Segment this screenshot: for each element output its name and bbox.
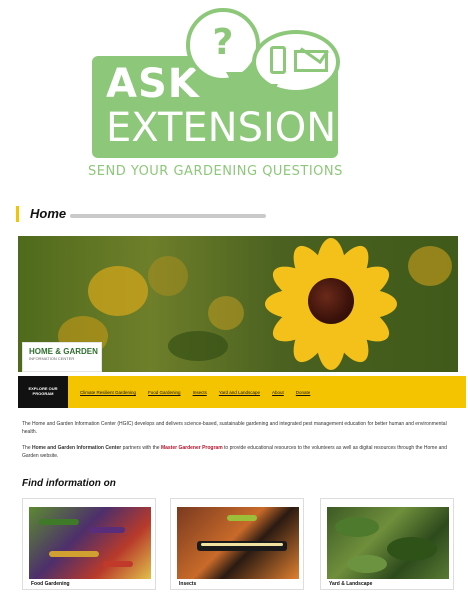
envelope-icon	[294, 50, 328, 72]
program-nav-bar: EXPLORE OUR PROGRAM Climate Resilient Ga…	[18, 376, 466, 408]
nav-link-yard-and-landscape[interactable]: Yard and Landscape	[219, 390, 260, 395]
ask-word: ASK	[106, 61, 200, 107]
hgic-bold-name: Home and Garden Information Center	[32, 445, 122, 451]
blurred-flower	[208, 296, 244, 330]
card-label: Insects	[179, 581, 197, 587]
partner-text-b: partners with the	[121, 445, 161, 451]
blurred-flower	[148, 256, 188, 296]
blurred-flower	[88, 266, 148, 316]
card-label: Food Gardening	[31, 581, 70, 587]
logo-sub-text: INFORMATION CENTER	[29, 356, 75, 361]
master-gardener-link[interactable]: Master Gardener Program	[161, 445, 223, 451]
logo-main-text: HOME & GARDEN	[29, 347, 98, 356]
find-information-heading: Find information on	[22, 478, 116, 489]
phone-icon	[270, 46, 286, 74]
nav-link-donate[interactable]: Donate	[296, 390, 311, 395]
message-bubble-tail	[262, 84, 278, 100]
title-accent-bar	[16, 206, 19, 222]
card-food-gardening[interactable]: Food Gardening	[22, 498, 156, 590]
partner-paragraph: The Home and Garden Information Center p…	[22, 444, 454, 460]
nav-link-insects[interactable]: Insects	[193, 390, 207, 395]
card-label: Yard & Landscape	[329, 581, 373, 587]
question-bubble-tail	[226, 72, 246, 90]
title-blurred-remainder	[70, 214, 266, 218]
nav-link-food-gardening[interactable]: Food Gardening	[148, 390, 181, 395]
blurred-flower	[408, 246, 452, 286]
card-insects[interactable]: Insects	[170, 498, 304, 590]
caterpillar-photo	[177, 507, 299, 579]
page-title: Home	[30, 206, 67, 221]
explore-program-button[interactable]: EXPLORE OUR PROGRAM	[18, 376, 68, 408]
vegetables-photo	[29, 507, 151, 579]
extension-word: EXTENSION	[106, 105, 337, 151]
blurred-leaf	[168, 331, 228, 361]
leaves-photo	[327, 507, 449, 579]
ask-extension-banner[interactable]: ASK EXTENSION ? SEND YOUR GARDENING QUES…	[0, 0, 468, 190]
nav-link-climate-resilient-gardening[interactable]: Climate Resilient Gardening	[80, 390, 136, 395]
ask-tagline: SEND YOUR GARDENING QUESTIONS	[88, 164, 343, 179]
nav-link-about[interactable]: About	[272, 390, 284, 395]
question-bubble-icon: ?	[186, 8, 260, 82]
partner-text-a: The	[22, 445, 33, 451]
question-mark-glyph: ?	[212, 22, 234, 63]
intro-paragraph: The Home and Garden Information Center (…	[22, 421, 447, 435]
home-garden-logo[interactable]: HOME & GARDEN INFORMATION CENTER	[22, 342, 102, 372]
card-yard-landscape[interactable]: Yard & Landscape	[320, 498, 454, 590]
